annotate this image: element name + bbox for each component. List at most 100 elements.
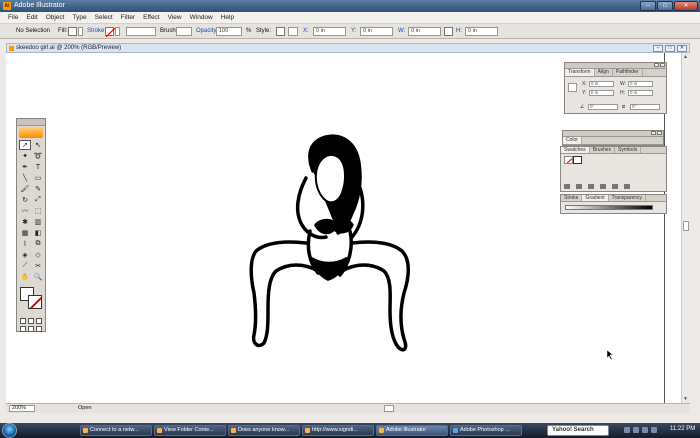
tab-gradient[interactable]: Gradient — [582, 195, 609, 201]
color-mode-icon[interactable] — [20, 318, 26, 324]
taskbar-item-illustrator[interactable]: Adobe Illustrator — [376, 425, 448, 436]
yahoo-search-box[interactable]: Yahoo! Search — [547, 425, 609, 436]
rotate-angle-field[interactable]: 0° — [588, 104, 618, 110]
scale-tool-icon[interactable]: ⤢ — [32, 195, 44, 205]
gradient-mode-icon[interactable] — [28, 318, 34, 324]
pen-tool-icon[interactable]: ✒ — [19, 162, 31, 172]
start-button-icon[interactable] — [2, 423, 17, 438]
menu-object[interactable]: Object — [46, 14, 65, 21]
brush-dropdown[interactable] — [176, 27, 192, 36]
doc-maximize-button[interactable]: □ — [665, 45, 675, 52]
tp-x-field[interactable]: 0 in — [589, 81, 614, 87]
horizontal-scroll-thumb[interactable] — [384, 405, 394, 412]
y-field[interactable]: 0 in — [360, 27, 393, 36]
live-paint-selection-tool-icon[interactable]: ◇ — [32, 250, 44, 260]
full-screen-menu-mode-icon[interactable] — [28, 326, 34, 332]
y-label[interactable]: Y: — [351, 27, 356, 36]
w-field[interactable]: 0 in — [408, 27, 441, 36]
x-field[interactable]: 0 in — [313, 27, 346, 36]
zoom-tool-icon[interactable]: 🔍 — [32, 272, 44, 282]
style-swatch[interactable] — [276, 27, 285, 36]
taskbar-item-browser[interactable]: http://www.signdi... — [302, 425, 374, 436]
menu-filter[interactable]: Filter — [121, 14, 135, 21]
hand-tool-icon[interactable]: ✋ — [19, 272, 31, 282]
tray-icon-1[interactable] — [624, 427, 630, 433]
new-swatch-icon[interactable] — [612, 184, 618, 189]
reference-point-icon[interactable] — [568, 83, 577, 92]
menu-edit[interactable]: Edit — [26, 14, 37, 21]
tp-w-field[interactable]: 0 in — [628, 81, 653, 87]
rotate-tool-icon[interactable]: ↻ — [19, 195, 31, 205]
transform-panel-header[interactable] — [565, 63, 666, 69]
vertical-scrollbar[interactable]: ▲ ▼ — [681, 53, 690, 403]
constrain-link-icon[interactable] — [444, 27, 453, 36]
direct-selection-tool-icon[interactable]: ↖ — [32, 140, 44, 150]
slice-tool-icon[interactable]: ⟋ — [19, 261, 31, 271]
w-label[interactable]: W: — [398, 27, 405, 36]
maximize-button[interactable]: □ — [657, 1, 673, 11]
taskbar-clock[interactable]: 11:22 PM — [670, 426, 695, 432]
scroll-up-arrow-icon[interactable]: ▲ — [683, 54, 688, 60]
h-field[interactable]: 0 in — [465, 27, 498, 36]
delete-swatch-icon[interactable] — [624, 184, 630, 189]
status-info[interactable]: Open — [78, 405, 91, 412]
lasso-tool-icon[interactable]: ➰ — [32, 151, 44, 161]
tab-pathfinder[interactable]: Pathfinder — [613, 69, 643, 76]
free-transform-tool-icon[interactable]: ⬚ — [32, 206, 44, 216]
tools-panel-header[interactable] — [17, 119, 45, 126]
stroke-label[interactable]: Stroke: — [87, 27, 106, 36]
color-panel-header[interactable] — [563, 131, 663, 137]
tab-stroke[interactable]: Stroke — [561, 195, 583, 201]
minimize-button[interactable]: – — [640, 1, 656, 11]
panel-collapse-icon[interactable] — [654, 63, 659, 67]
tab-brushes[interactable]: Brushes — [590, 147, 616, 153]
column-graph-tool-icon[interactable]: ▥ — [32, 217, 44, 227]
paintbrush-tool-icon[interactable]: 🖌 — [19, 184, 31, 194]
swatch-options-icon[interactable] — [588, 184, 594, 189]
tray-icon-4[interactable] — [651, 427, 657, 433]
tab-align[interactable]: Align — [595, 69, 613, 76]
menu-window[interactable]: Window — [190, 14, 213, 21]
menu-help[interactable]: Help — [221, 14, 234, 21]
menu-effect[interactable]: Effect — [143, 14, 160, 21]
taskbar-item-forum[interactable]: Does anyone know... — [228, 425, 300, 436]
menu-view[interactable]: View — [168, 14, 182, 21]
eyedropper-tool-icon[interactable]: ⌇ — [19, 239, 31, 249]
grid-icon[interactable] — [288, 27, 298, 36]
tab-transform[interactable]: Transform — [565, 69, 595, 76]
gradient-slider[interactable] — [565, 205, 653, 210]
tab-color[interactable]: Color — [563, 137, 582, 144]
x-label[interactable]: X: — [303, 27, 309, 36]
menu-file[interactable]: File — [8, 14, 18, 21]
tray-icon-3[interactable] — [642, 427, 648, 433]
warp-tool-icon[interactable]: 〰 — [19, 206, 31, 216]
live-paint-bucket-tool-icon[interactable]: ◈ — [19, 250, 31, 260]
symbol-sprayer-tool-icon[interactable]: ✱ — [19, 217, 31, 227]
full-screen-mode-icon[interactable] — [36, 326, 42, 332]
none-mode-icon[interactable] — [36, 318, 42, 324]
type-tool-icon[interactable]: T — [32, 162, 44, 172]
close-button[interactable]: ✕ — [674, 1, 698, 11]
tab-transparency[interactable]: Transparency — [609, 195, 647, 201]
standard-screen-mode-icon[interactable] — [20, 326, 26, 332]
vertical-scroll-thumb[interactable] — [683, 221, 689, 231]
show-kinds-icon[interactable] — [576, 184, 582, 189]
stroke-dropdown[interactable] — [115, 27, 120, 36]
taskbar-item-photoshop[interactable]: Adobe Photoshop ... — [450, 425, 522, 436]
taskbar-item-network[interactable]: Connect to a netw... — [80, 425, 152, 436]
shear-angle-field[interactable]: 0° — [630, 104, 660, 110]
tab-symbols[interactable]: Symbols — [615, 147, 642, 153]
tab-swatches[interactable]: Swatches — [561, 147, 590, 153]
scroll-down-arrow-icon[interactable]: ▼ — [683, 396, 688, 402]
line-tool-icon[interactable]: ╲ — [19, 173, 31, 183]
color-panel-close-icon[interactable] — [657, 131, 662, 135]
color-panel-collapse-icon[interactable] — [651, 131, 656, 135]
menu-type[interactable]: Type — [72, 14, 86, 21]
opacity-label[interactable]: Opacity: — [196, 27, 218, 36]
h-label[interactable]: H: — [456, 27, 462, 36]
doc-minimize-button[interactable]: – — [653, 45, 663, 52]
fill-swatch[interactable] — [68, 27, 77, 36]
tp-y-field[interactable]: 0 in — [589, 90, 614, 96]
magic-wand-tool-icon[interactable]: ✦ — [19, 151, 31, 161]
stroke-swatch-large[interactable] — [28, 295, 42, 309]
